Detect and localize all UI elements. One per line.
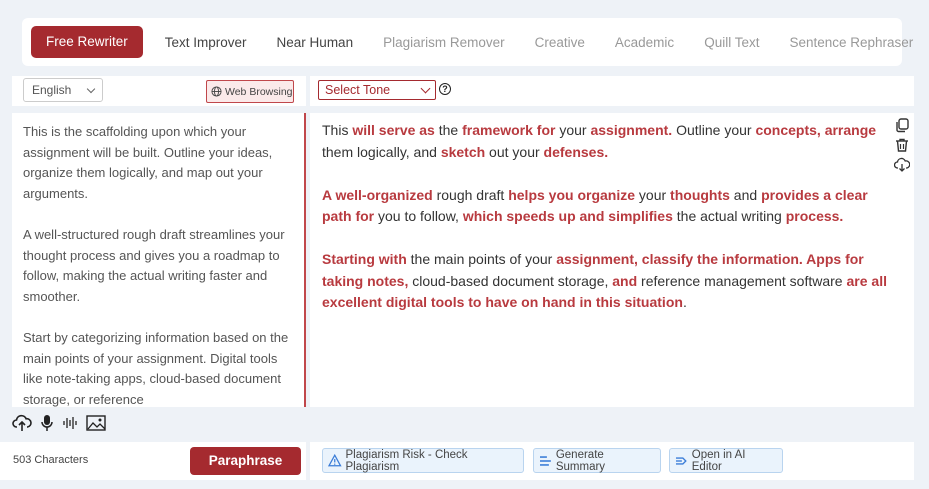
character-count: 503 Characters — [13, 454, 89, 466]
changed-phrase[interactable]: which speeds up and simplifies — [463, 208, 673, 224]
unchanged-phrase: the main points of your — [406, 251, 557, 267]
unchanged-phrase: out your — [485, 143, 544, 160]
changed-phrase[interactable]: process. — [786, 208, 844, 224]
unchanged-phrase: This — [322, 122, 353, 138]
ai-editor-icon — [675, 456, 687, 465]
open-ai-editor-button[interactable]: Open in AI Editor — [669, 448, 783, 473]
microphone-icon[interactable] — [40, 414, 54, 432]
output-text-area: This will serve as the framework for you… — [310, 113, 914, 407]
input-paragraph: Start by categorizing information based … — [23, 329, 289, 407]
generate-summary-label: Generate Summary — [555, 448, 606, 473]
unchanged-phrase: your — [555, 122, 591, 138]
warning-icon — [328, 454, 342, 467]
audio-wave-icon[interactable] — [62, 414, 78, 432]
check-plagiarism-label: Plagiarism Risk - Check Plagiarism — [345, 448, 468, 473]
output-paragraph: Starting with the main points of your as… — [322, 249, 894, 314]
mode-tab-text-improver[interactable]: Text Improver — [165, 35, 247, 50]
mode-tab-academic[interactable]: Academic — [615, 35, 674, 50]
open-ai-editor-label: Open in AI Editor — [691, 448, 746, 473]
language-select[interactable]: English — [23, 78, 103, 102]
changed-phrase[interactable]: A well-organized — [322, 187, 433, 203]
input-paragraph: This is the scaffolding upon which your … — [23, 124, 273, 201]
mode-tab-free-rewriter[interactable]: Free Rewriter — [31, 26, 143, 58]
chevron-down-icon — [86, 84, 96, 93]
changed-phrase[interactable]: defenses. — [544, 144, 609, 160]
globe-icon — [211, 86, 222, 97]
unchanged-phrase: Outline your — [672, 122, 756, 138]
unchanged-phrase: the actual writing — [672, 208, 786, 224]
output-footer: Plagiarism Risk - Check Plagiarism Gener… — [310, 442, 914, 480]
web-browsing-label: Web Browsing — [225, 85, 293, 98]
output-paragraph: A well-organized rough draft helps you o… — [322, 185, 894, 228]
check-plagiarism-button[interactable]: Plagiarism Risk - Check Plagiarism — [322, 448, 524, 473]
language-value: English — [32, 83, 72, 97]
output-paragraph: This will serve as the framework for you… — [322, 120, 894, 163]
copy-icon[interactable] — [894, 117, 910, 133]
input-tools — [12, 414, 106, 432]
input-toolbar: English Web Browsing — [12, 76, 306, 106]
changed-phrase[interactable]: sketch — [441, 144, 485, 160]
image-icon[interactable] — [86, 414, 106, 432]
input-paragraph: A well-structured rough draft streamline… — [23, 226, 285, 304]
mode-tab-sentence-rephraser[interactable]: Sentence Rephraser — [789, 35, 913, 50]
cloud-upload-icon[interactable] — [12, 414, 32, 432]
unchanged-phrase: your — [635, 186, 671, 203]
changed-phrase[interactable]: Starting with — [322, 251, 407, 267]
changed-phrase[interactable]: assignment. — [590, 122, 672, 138]
tone-select[interactable]: Select Tone — [318, 80, 436, 100]
mode-tab-quill-text[interactable]: Quill Text — [704, 35, 759, 50]
input-text-area[interactable]: This is the scaffolding upon which your … — [12, 113, 306, 407]
trash-icon[interactable] — [894, 137, 910, 153]
mode-tab-creative[interactable]: Creative — [535, 35, 585, 50]
unchanged-phrase: the — [434, 122, 463, 138]
changed-phrase[interactable]: and — [612, 273, 637, 289]
mode-tab-bar: Free Rewriter Text Improver Near Human Plag… — [22, 18, 913, 66]
changed-phrase[interactable]: will serve as — [352, 122, 435, 138]
generate-summary-button[interactable]: Generate Summary — [533, 448, 661, 473]
chevron-down-icon — [420, 83, 431, 93]
help-icon[interactable]: ? — [439, 83, 451, 95]
unchanged-phrase: rough draft — [432, 186, 509, 203]
unchanged-phrase: and — [729, 186, 762, 203]
changed-phrase[interactable]: concepts, arrange — [755, 122, 876, 138]
cloud-download-icon[interactable] — [894, 157, 910, 173]
changed-phrase[interactable]: framework for — [462, 122, 555, 138]
input-footer: 503 Characters Paraphrase — [0, 442, 306, 480]
web-browsing-button[interactable]: Web Browsing — [206, 80, 294, 103]
unchanged-phrase: them logically, and — [322, 143, 441, 160]
unchanged-phrase: . — [682, 294, 687, 310]
tone-value: Select Tone — [325, 83, 391, 97]
paraphrase-button[interactable]: Paraphrase — [190, 447, 301, 475]
summary-icon — [539, 455, 551, 466]
changed-phrase[interactable]: thoughts — [670, 187, 730, 203]
unchanged-phrase: cloud-based document storage, — [408, 272, 613, 289]
changed-phrase[interactable]: helps you organize — [508, 187, 635, 203]
unchanged-phrase: reference management software — [637, 272, 847, 289]
unchanged-phrase: you to follow, — [374, 208, 463, 224]
mode-tab-plagiarism-remover[interactable]: Plagiarism Remover — [383, 35, 505, 50]
mode-tab-near-human[interactable]: Near Human — [277, 35, 354, 50]
output-toolbar: Select Tone ? — [310, 76, 914, 106]
